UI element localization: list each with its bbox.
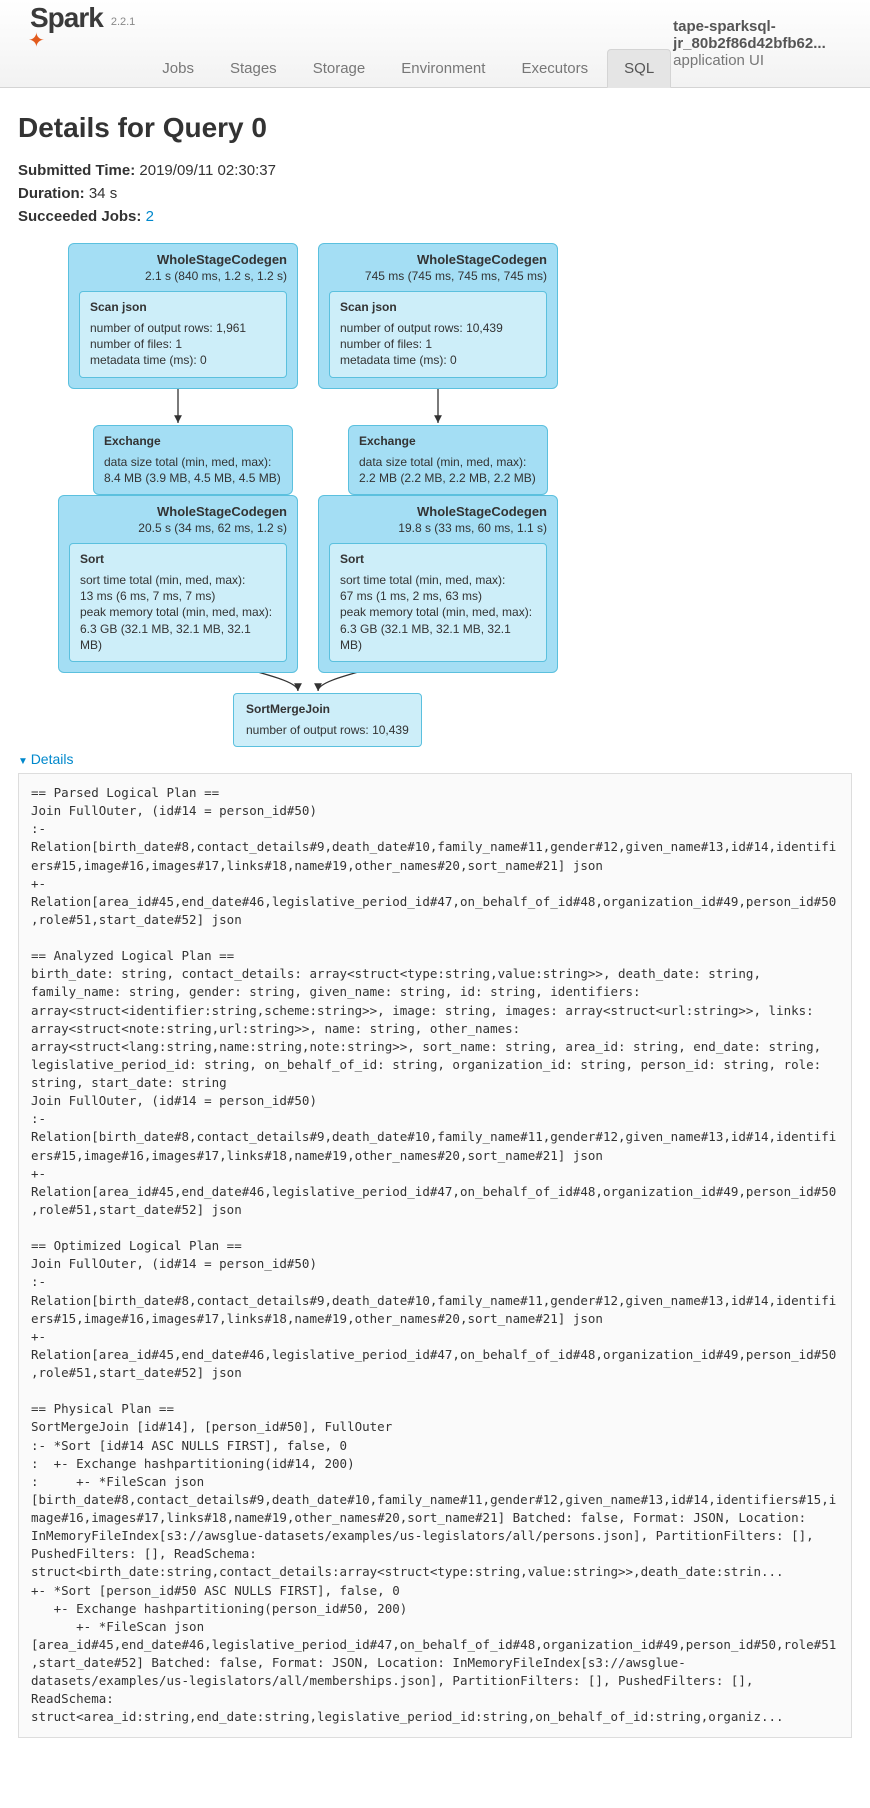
- tab-environment[interactable]: Environment: [384, 49, 502, 87]
- brand-version: 2.2.1: [111, 16, 135, 28]
- succeeded-jobs-link[interactable]: 2: [146, 208, 154, 225]
- wsc4-l2: 67 ms (1 ms, 2 ms, 63 ms): [340, 588, 536, 604]
- wsc3-op: Sort sort time total (min, med, max): 13…: [69, 543, 287, 662]
- wsc2-op: Scan json number of output rows: 10,439 …: [329, 291, 547, 378]
- wsc4-l1: sort time total (min, med, max):: [340, 572, 536, 588]
- plan-text: == Parsed Logical Plan == Join FullOuter…: [18, 773, 852, 1738]
- app-suffix: application UI: [673, 52, 764, 69]
- wsc2-title: WholeStageCodegen: [329, 252, 547, 267]
- wsc4-op-title: Sort: [340, 552, 536, 566]
- brand-logo[interactable]: APACHE Spark✦ 2.2.1: [28, 0, 135, 87]
- navbar: APACHE Spark✦ 2.2.1 Jobs Stages Storage …: [0, 0, 870, 88]
- ex1-title: Exchange: [104, 434, 282, 448]
- wsc2-l1: number of output rows: 10,439: [340, 320, 536, 336]
- wsc1-sub: 2.1 s (840 ms, 1.2 s, 1.2 s): [79, 269, 287, 283]
- join-title: SortMergeJoin: [246, 702, 409, 716]
- wsc3-l4: 6.3 GB (32.1 MB, 32.1 MB, 32.1 MB): [80, 621, 276, 653]
- node-wsc-sort-left[interactable]: WholeStageCodegen 20.5 s (34 ms, 62 ms, …: [58, 495, 298, 673]
- wsc1-l3: metadata time (ms): 0: [90, 352, 276, 368]
- submitted-label: Submitted Time:: [18, 162, 135, 179]
- node-wsc-scan-right[interactable]: WholeStageCodegen 745 ms (745 ms, 745 ms…: [318, 243, 558, 389]
- meta-succeeded: Succeeded Jobs: 2: [18, 208, 852, 225]
- duration-value: 34 s: [89, 185, 117, 202]
- ex1-l2: 8.4 MB (3.9 MB, 4.5 MB, 4.5 MB): [104, 470, 282, 486]
- tab-stages[interactable]: Stages: [213, 49, 294, 87]
- node-wsc-sort-right[interactable]: WholeStageCodegen 19.8 s (33 ms, 60 ms, …: [318, 495, 558, 673]
- wsc1-title: WholeStageCodegen: [79, 252, 287, 267]
- wsc3-op-title: Sort: [80, 552, 276, 566]
- wsc2-op-title: Scan json: [340, 300, 536, 314]
- wsc4-title: WholeStageCodegen: [329, 504, 547, 519]
- meta-submitted: Submitted Time: 2019/09/11 02:30:37: [18, 162, 852, 179]
- tab-storage[interactable]: Storage: [296, 49, 383, 87]
- wsc2-l3: metadata time (ms): 0: [340, 352, 536, 368]
- wsc4-sub: 19.8 s (33 ms, 60 ms, 1.1 s): [329, 521, 547, 535]
- wsc1-l1: number of output rows: 1,961: [90, 320, 276, 336]
- meta-duration: Duration: 34 s: [18, 185, 852, 202]
- ex2-title: Exchange: [359, 434, 537, 448]
- join-l1: number of output rows: 10,439: [246, 722, 409, 738]
- wsc1-l2: number of files: 1: [90, 336, 276, 352]
- query-dag: WholeStageCodegen 2.1 s (840 ms, 1.2 s, …: [48, 243, 828, 733]
- ex2-l1: data size total (min, med, max):: [359, 454, 537, 470]
- app-name: tape-sparksql-jr_80b2f86d42bfb62...: [673, 18, 826, 52]
- page-title: Details for Query 0: [18, 112, 852, 144]
- wsc3-l2: 13 ms (6 ms, 7 ms, 7 ms): [80, 588, 276, 604]
- tab-executors[interactable]: Executors: [504, 49, 605, 87]
- wsc3-l1: sort time total (min, med, max):: [80, 572, 276, 588]
- duration-label: Duration:: [18, 185, 85, 202]
- nav-tabs: Jobs Stages Storage Environment Executor…: [145, 0, 673, 87]
- node-sortmergejoin[interactable]: SortMergeJoin number of output rows: 10,…: [233, 693, 422, 747]
- wsc2-sub: 745 ms (745 ms, 745 ms, 745 ms): [329, 269, 547, 283]
- wsc4-op: Sort sort time total (min, med, max): 67…: [329, 543, 547, 662]
- details-toggle[interactable]: Details: [18, 751, 73, 767]
- node-exchange-right[interactable]: Exchange data size total (min, med, max)…: [348, 425, 548, 495]
- wsc1-op-title: Scan json: [90, 300, 276, 314]
- ex1-l1: data size total (min, med, max):: [104, 454, 282, 470]
- app-title: tape-sparksql-jr_80b2f86d42bfb62... appl…: [673, 18, 852, 69]
- wsc3-title: WholeStageCodegen: [69, 504, 287, 519]
- wsc3-l3: peak memory total (min, med, max):: [80, 604, 276, 620]
- wsc3-sub: 20.5 s (34 ms, 62 ms, 1.2 s): [69, 521, 287, 535]
- node-exchange-left[interactable]: Exchange data size total (min, med, max)…: [93, 425, 293, 495]
- wsc4-l4: 6.3 GB (32.1 MB, 32.1 MB, 32.1 MB): [340, 621, 536, 653]
- spark-star-icon: ✦: [28, 28, 45, 53]
- tab-sql[interactable]: SQL: [607, 49, 671, 88]
- wsc2-l2: number of files: 1: [340, 336, 536, 352]
- node-wsc-scan-left[interactable]: WholeStageCodegen 2.1 s (840 ms, 1.2 s, …: [68, 243, 298, 389]
- tab-jobs[interactable]: Jobs: [145, 49, 211, 87]
- wsc4-l3: peak memory total (min, med, max):: [340, 604, 536, 620]
- succeeded-label: Succeeded Jobs:: [18, 208, 141, 225]
- ex2-l2: 2.2 MB (2.2 MB, 2.2 MB, 2.2 MB): [359, 470, 537, 486]
- wsc1-op: Scan json number of output rows: 1,961 n…: [79, 291, 287, 378]
- submitted-value: 2019/09/11 02:30:37: [139, 162, 276, 179]
